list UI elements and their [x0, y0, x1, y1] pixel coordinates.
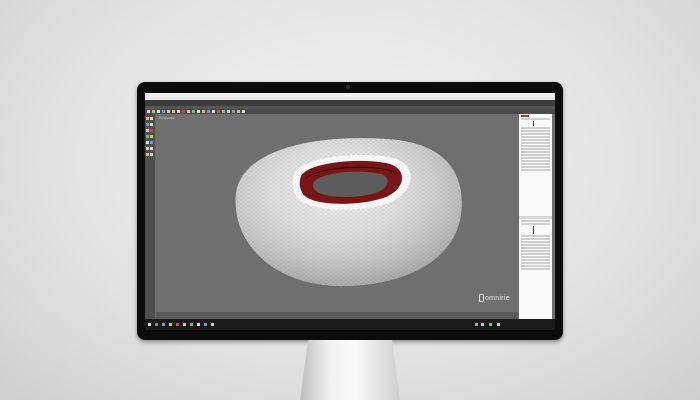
taskbar[interactable] — [145, 319, 555, 330]
webcam — [346, 85, 350, 89]
screen: Perspective omnirie — [145, 93, 555, 330]
monitor-stand — [300, 340, 400, 400]
monitor: Perspective omnirie — [137, 82, 563, 340]
left-toolbar[interactable] — [145, 114, 155, 319]
properties-panel[interactable] — [519, 114, 552, 319]
watermark-logo: omnirie — [478, 294, 510, 302]
stadium-model — [235, 138, 462, 287]
logo-text: omnirie — [484, 294, 510, 302]
viewport-tabs[interactable] — [156, 312, 518, 319]
viewport-label[interactable]: Perspective — [159, 116, 175, 120]
perspective-viewport[interactable]: Perspective omnirie — [156, 114, 518, 312]
